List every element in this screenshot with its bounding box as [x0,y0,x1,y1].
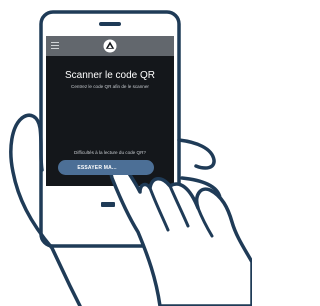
app-bar-content [46,36,174,56]
help-link[interactable]: Difficultés à la lecture du code QR? [46,150,174,156]
retry-button-label: ESSAYER MA... [77,164,117,171]
scanner-screen: Scanner le code QR Centrez le code QR af… [46,36,174,186]
phone-home-button [101,202,115,207]
page-subtitle: Centrez le code QR afin de le scanner [71,84,149,89]
phone-speaker [99,22,121,26]
retry-button[interactable]: ESSAYER MA... [58,160,154,175]
app-logo-icon [103,39,117,53]
page-title: Scanner le code QR [64,70,156,81]
holding-thumb [20,113,44,172]
hamburger-menu-icon[interactable] [51,42,59,49]
